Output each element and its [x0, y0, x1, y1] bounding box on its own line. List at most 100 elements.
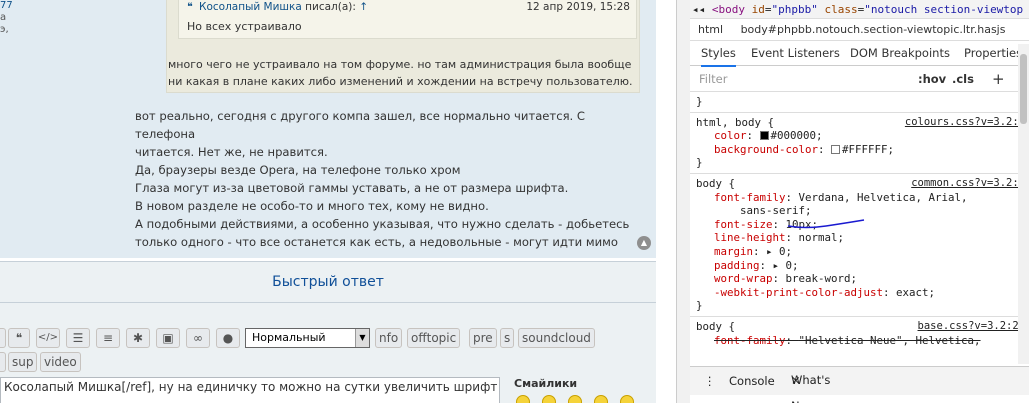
tab-dom-breakpoints[interactable]: DOM Breakpoints	[850, 41, 950, 65]
ordered-list-icon: ≡	[102, 331, 114, 345]
css-property[interactable]: font-family: Verdana, Helvetica, Arial,	[696, 191, 1023, 205]
tab-event-listeners[interactable]: Event Listeners	[751, 41, 840, 65]
css-property[interactable]: color: #000000;	[696, 129, 1023, 143]
bbcode-button-sub[interactable]	[0, 352, 6, 372]
css-property[interactable]: -webkit-print-color-adjust: exact;	[696, 286, 1023, 300]
back-to-top-icon[interactable]: ▲	[637, 236, 651, 250]
bbcode-button-s[interactable]: s	[500, 328, 515, 348]
css-property-continued: sans-serif;	[696, 204, 1023, 218]
post-line: только одного - что все останется как ес…	[135, 235, 618, 249]
smiley-icon[interactable]	[594, 395, 608, 403]
prop-value: #FFFFFF;	[842, 142, 895, 156]
bbcode-button-sup[interactable]: sup	[8, 352, 38, 372]
panel-resizer[interactable]	[676, 0, 690, 403]
prop-name: -webkit-print-color-adjust	[714, 285, 884, 299]
forum-page: 77 а э, ❝ Косолапый Мишка писал(а): ↑ 12…	[0, 0, 676, 403]
post-line: вот реально, сегодня с другого компа заш…	[135, 109, 586, 141]
css-property[interactable]: padding: ▸ 0;	[696, 259, 1023, 273]
rule-source-link[interactable]: colours.css?v=3.2:6	[905, 116, 1025, 130]
color-button[interactable]: ●	[216, 328, 240, 348]
smiley-icon[interactable]	[542, 395, 556, 403]
ordered-list-button[interactable]: ≡	[96, 328, 120, 348]
code-button[interactable]: </>	[36, 328, 60, 348]
image-button[interactable]: ▣	[156, 328, 180, 348]
rule-source-link[interactable]: base.css?v=3.2:24	[918, 320, 1025, 334]
drawer-tabs: ⋮ Console What's New ×	[690, 366, 1029, 403]
filter-input[interactable]: Filter	[699, 66, 727, 92]
hov-toggle[interactable]: :hov	[918, 66, 946, 92]
outer-quote-line: много чего не устраивало на том форуме. …	[168, 58, 632, 71]
link-icon: ∞	[193, 331, 203, 345]
color-swatch-icon[interactable]	[831, 144, 841, 154]
smiley-icon[interactable]	[516, 395, 530, 403]
prop-value: sans-serif;	[714, 204, 812, 218]
breadcrumb-html[interactable]: html	[698, 23, 723, 36]
outer-quote-text: много чего не устраивало на том форуме. …	[168, 56, 634, 90]
attr-value: "notouch section-viewtop	[864, 3, 1024, 16]
rule-source-link[interactable]: common.css?v=3.2:9	[911, 177, 1025, 191]
quick-reply-title: Быстрый ответ	[272, 274, 384, 290]
color-swatch-icon[interactable]	[759, 131, 769, 141]
divider	[0, 302, 656, 303]
bbcode-button-video[interactable]: video	[40, 352, 81, 372]
style-rule: }	[690, 92, 1029, 113]
prop-name: font-size	[714, 217, 773, 231]
css-property[interactable]: word-wrap: break-word;	[696, 272, 1023, 286]
styles-filter-bar: Filter :hov .cls +	[690, 66, 1029, 92]
link-button[interactable]: ∞	[186, 328, 210, 348]
prop-name: background-color	[714, 142, 819, 156]
post-line: Глаза могут из-за цветовой гаммы устават…	[135, 181, 569, 195]
close-icon[interactable]: ×	[791, 367, 801, 393]
styles-scrollbar[interactable]	[1018, 44, 1029, 364]
bbcode-button-soundcloud[interactable]: soundcloud	[518, 328, 595, 348]
post-profile: 77 а э,	[0, 0, 13, 36]
post-line: Да, браузеры везде Opera, на телефоне то…	[135, 163, 461, 177]
bbcode-button-offtopic[interactable]: offtopic	[407, 328, 461, 348]
css-property-overridden[interactable]: font-family: "Helvetica Neue", Helvetica…	[696, 334, 1023, 348]
tab-styles[interactable]: Styles	[701, 41, 736, 67]
list-button[interactable]: ☰	[66, 328, 90, 348]
font-size-select[interactable]: Нормальный ▼	[245, 328, 370, 348]
prop-name: color	[714, 129, 747, 143]
prop-value: ▸ 0;	[772, 258, 799, 272]
quote-date: 12 апр 2019, 15:28	[526, 1, 630, 13]
profile-line: а	[0, 12, 7, 23]
post-line: А подобными действиями, а особенно указы…	[135, 217, 630, 231]
bbcode-button-nfo[interactable]: nfo	[375, 328, 403, 348]
tab-properties[interactable]: Properties	[964, 41, 1022, 65]
drawer-menu-icon[interactable]: ⋮	[704, 367, 716, 396]
cls-toggle[interactable]: .cls	[952, 66, 974, 92]
attr-name: class	[824, 3, 858, 16]
breadcrumb-body[interactable]: body#phpbb.notouch.section-viewtopic.ltr…	[741, 23, 1006, 36]
tag-open: <body	[711, 3, 745, 16]
dom-selected-node[interactable]: ◂◂ <body id="phpbb" class="notouch secti…	[690, 0, 1029, 19]
bold-button[interactable]	[0, 328, 6, 348]
quote-author-link[interactable]: Косолапый Мишка	[199, 1, 302, 13]
quote-button[interactable]: ❝	[8, 328, 30, 348]
css-property[interactable]: background-color: #FFFFFF;	[696, 143, 1023, 157]
quote-jump-link[interactable]: ↑	[359, 1, 368, 13]
css-property[interactable]: line-height: normal;	[696, 231, 1023, 245]
tab-console[interactable]: Console	[729, 367, 775, 396]
css-property[interactable]: margin: ▸ 0;	[696, 245, 1023, 259]
smiley-icon[interactable]	[620, 395, 634, 403]
message-textarea[interactable]: Косолапый Мишка[/ref], ну на единичку то…	[0, 377, 500, 403]
quick-reply-panel: Быстрый ответ ❝ </> ☰ ≡ ✱ ▣ ∞ ● Нормальн…	[0, 261, 656, 403]
prop-name: line-height	[714, 231, 786, 245]
chevron-down-icon: ▼	[355, 329, 369, 347]
scrollbar-thumb[interactable]	[1020, 54, 1027, 124]
prop-value: ▸ 0;	[766, 244, 793, 258]
post-line: В новом разделе не особо-то и много тех,…	[135, 199, 489, 213]
style-rule: body { base.css?v=3.2:24 font-family: "H…	[690, 317, 1029, 350]
post-content: вот реально, сегодня с другого компа заш…	[135, 107, 645, 251]
outer-quote-line: ни какая в плане каких либо изменений и …	[168, 75, 633, 88]
quote-header: ❝ Косолапый Мишка писал(а): ↑	[187, 1, 368, 13]
asterisk-button[interactable]: ✱	[126, 328, 150, 348]
bbcode-button-pre[interactable]: pre	[469, 328, 497, 348]
attr-value: "phpbb"	[771, 3, 818, 16]
new-rule-icon[interactable]: +	[992, 66, 1005, 92]
quote-icon: ❝	[15, 331, 23, 345]
style-rule: body { common.css?v=3.2:9 font-family: V…	[690, 174, 1029, 317]
smiley-icon[interactable]	[568, 395, 582, 403]
prop-name: margin	[714, 244, 754, 258]
